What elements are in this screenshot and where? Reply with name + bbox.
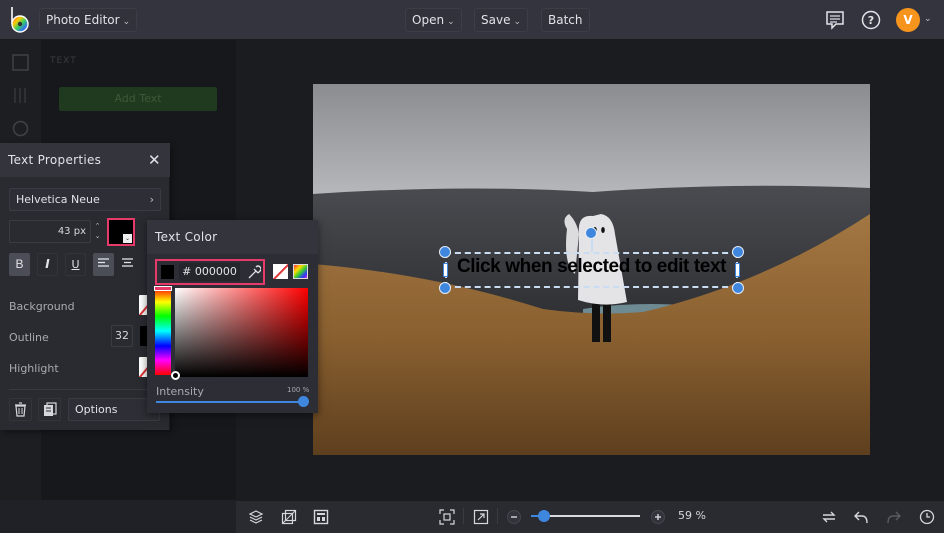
intensity-slider-track[interactable] [156, 401, 304, 403]
resize-handle-bottom-right[interactable] [732, 282, 744, 294]
redo-icon[interactable] [886, 509, 902, 525]
font-size-value: 43 [57, 226, 71, 237]
hex-input[interactable]: # 000000 [179, 263, 240, 281]
close-icon[interactable]: ✕ [148, 151, 161, 169]
font-name: Helvetica Neue [16, 193, 100, 206]
current-color-swatch [161, 265, 174, 279]
chevron-down-icon: ⌄ [513, 17, 522, 27]
user-avatar[interactable]: V [896, 8, 920, 32]
align-left-button[interactable] [93, 253, 114, 276]
batch-button[interactable]: Batch [541, 8, 590, 32]
text-color-picker: Text Color # 000000 Intensity 100 % [147, 220, 318, 413]
divider [497, 508, 498, 524]
resize-handle-left[interactable] [443, 263, 448, 277]
panel-section-title: TEXT [50, 56, 77, 66]
no-color-swatch[interactable] [273, 264, 288, 279]
delete-button[interactable] [9, 398, 32, 421]
hue-slider[interactable] [155, 287, 171, 375]
resize-handle-bottom-left[interactable] [439, 282, 451, 294]
feedback-icon[interactable] [824, 9, 846, 31]
font-size-stepper[interactable]: ⌃ ⌄ [93, 221, 102, 241]
chevron-down-icon: ⌄ [447, 17, 455, 27]
chevron-up-icon[interactable]: ⌃ [93, 221, 102, 231]
trash-icon [15, 402, 26, 417]
text-color-title: Text Color [155, 230, 218, 244]
history-icon[interactable] [919, 509, 935, 525]
font-selector[interactable]: Helvetica Neue › [9, 188, 161, 211]
resize-handle-top-left[interactable] [439, 246, 451, 258]
font-size-input[interactable]: 43 px [9, 220, 91, 243]
hue-slider-handle[interactable] [154, 286, 172, 291]
divider [9, 389, 161, 390]
intensity-value: 100 % [287, 386, 310, 394]
open-label: Open [412, 13, 445, 27]
outline-label: Outline [9, 331, 49, 344]
resize-handle-right[interactable] [735, 263, 740, 277]
open-menu-button[interactable]: Open ⌄ [405, 8, 462, 32]
canvas-text-layer[interactable]: Click when selected to edit text [445, 256, 738, 278]
divider [463, 508, 464, 524]
crop-canvas-icon[interactable] [281, 509, 297, 525]
layers-icon[interactable] [248, 509, 264, 525]
intensity-slider-handle[interactable] [298, 396, 309, 407]
help-icon[interactable]: ? [860, 9, 882, 31]
layout-icon[interactable] [313, 509, 329, 525]
underline-button[interactable]: U [65, 253, 86, 276]
highlight-label: Highlight [9, 362, 59, 375]
zoom-in-icon[interactable] [650, 509, 666, 525]
zoom-out-icon[interactable] [506, 509, 522, 525]
chevron-down-icon[interactable]: ⌄ [93, 231, 102, 241]
save-menu-button[interactable]: Save ⌄ [474, 8, 529, 32]
chevron-down-icon: ⌄ [122, 17, 131, 27]
saturation-value-handle[interactable] [171, 371, 180, 380]
intensity-label: Intensity [156, 385, 204, 398]
gradient-swatch[interactable] [293, 264, 308, 279]
image-tool-icon[interactable] [12, 54, 29, 71]
hex-input-group: # 000000 [155, 259, 265, 285]
background-label: Background [9, 300, 75, 313]
text-properties-title: Text Properties [8, 153, 102, 167]
app-menu-button[interactable]: Photo Editor ⌄ [39, 8, 138, 32]
hex-value: 000000 [194, 265, 237, 278]
rotate-handle-stem [591, 238, 593, 252]
text-color-header: Text Color [147, 220, 318, 254]
italic-button[interactable]: I [37, 253, 58, 276]
text-properties-header: Text Properties ✕ [0, 143, 170, 177]
duplicate-icon [44, 402, 57, 416]
rotate-handle[interactable] [585, 227, 597, 239]
chevron-right-icon: › [149, 193, 154, 206]
eyedropper-icon[interactable] [247, 264, 261, 280]
app-logo-icon[interactable] [9, 6, 33, 34]
add-text-button[interactable]: Add Text [59, 87, 217, 111]
svg-text:?: ? [868, 14, 874, 27]
actual-size-icon[interactable] [473, 509, 489, 525]
align-center-button[interactable] [117, 253, 138, 276]
sticker-tool-icon[interactable] [12, 120, 29, 137]
app-menu-label: Photo Editor [46, 13, 120, 27]
zoom-slider-handle[interactable] [538, 510, 550, 522]
saturation-value-picker[interactable] [175, 288, 308, 377]
zoom-level: 59 % [678, 509, 706, 522]
hex-prefix: # [182, 265, 192, 278]
batch-label: Batch [548, 13, 583, 27]
chevron-down-icon[interactable]: ⌄ [924, 14, 932, 24]
fit-to-screen-icon[interactable] [439, 509, 455, 525]
text-properties-panel: Text Properties ✕ Helvetica Neue › 43 px… [0, 143, 170, 430]
align-left-icon [98, 258, 109, 267]
font-size-unit: px [73, 226, 86, 237]
chevron-down-icon: ⌄ [123, 234, 132, 243]
duplicate-button[interactable] [38, 398, 61, 421]
text-color-swatch[interactable]: ⌄ [107, 218, 135, 246]
outline-width-input[interactable]: 32 [111, 325, 133, 347]
undo-icon[interactable] [853, 509, 869, 525]
align-center-icon [122, 258, 133, 267]
resize-handle-top-right[interactable] [732, 246, 744, 258]
save-label: Save [481, 13, 511, 27]
swap-icon[interactable] [821, 509, 837, 525]
bold-button[interactable]: B [9, 253, 30, 276]
top-bar: Photo Editor ⌄ Open ⌄ Save ⌄ Batch ? V ⌄ [0, 0, 944, 40]
frames-tool-icon[interactable] [12, 87, 29, 104]
